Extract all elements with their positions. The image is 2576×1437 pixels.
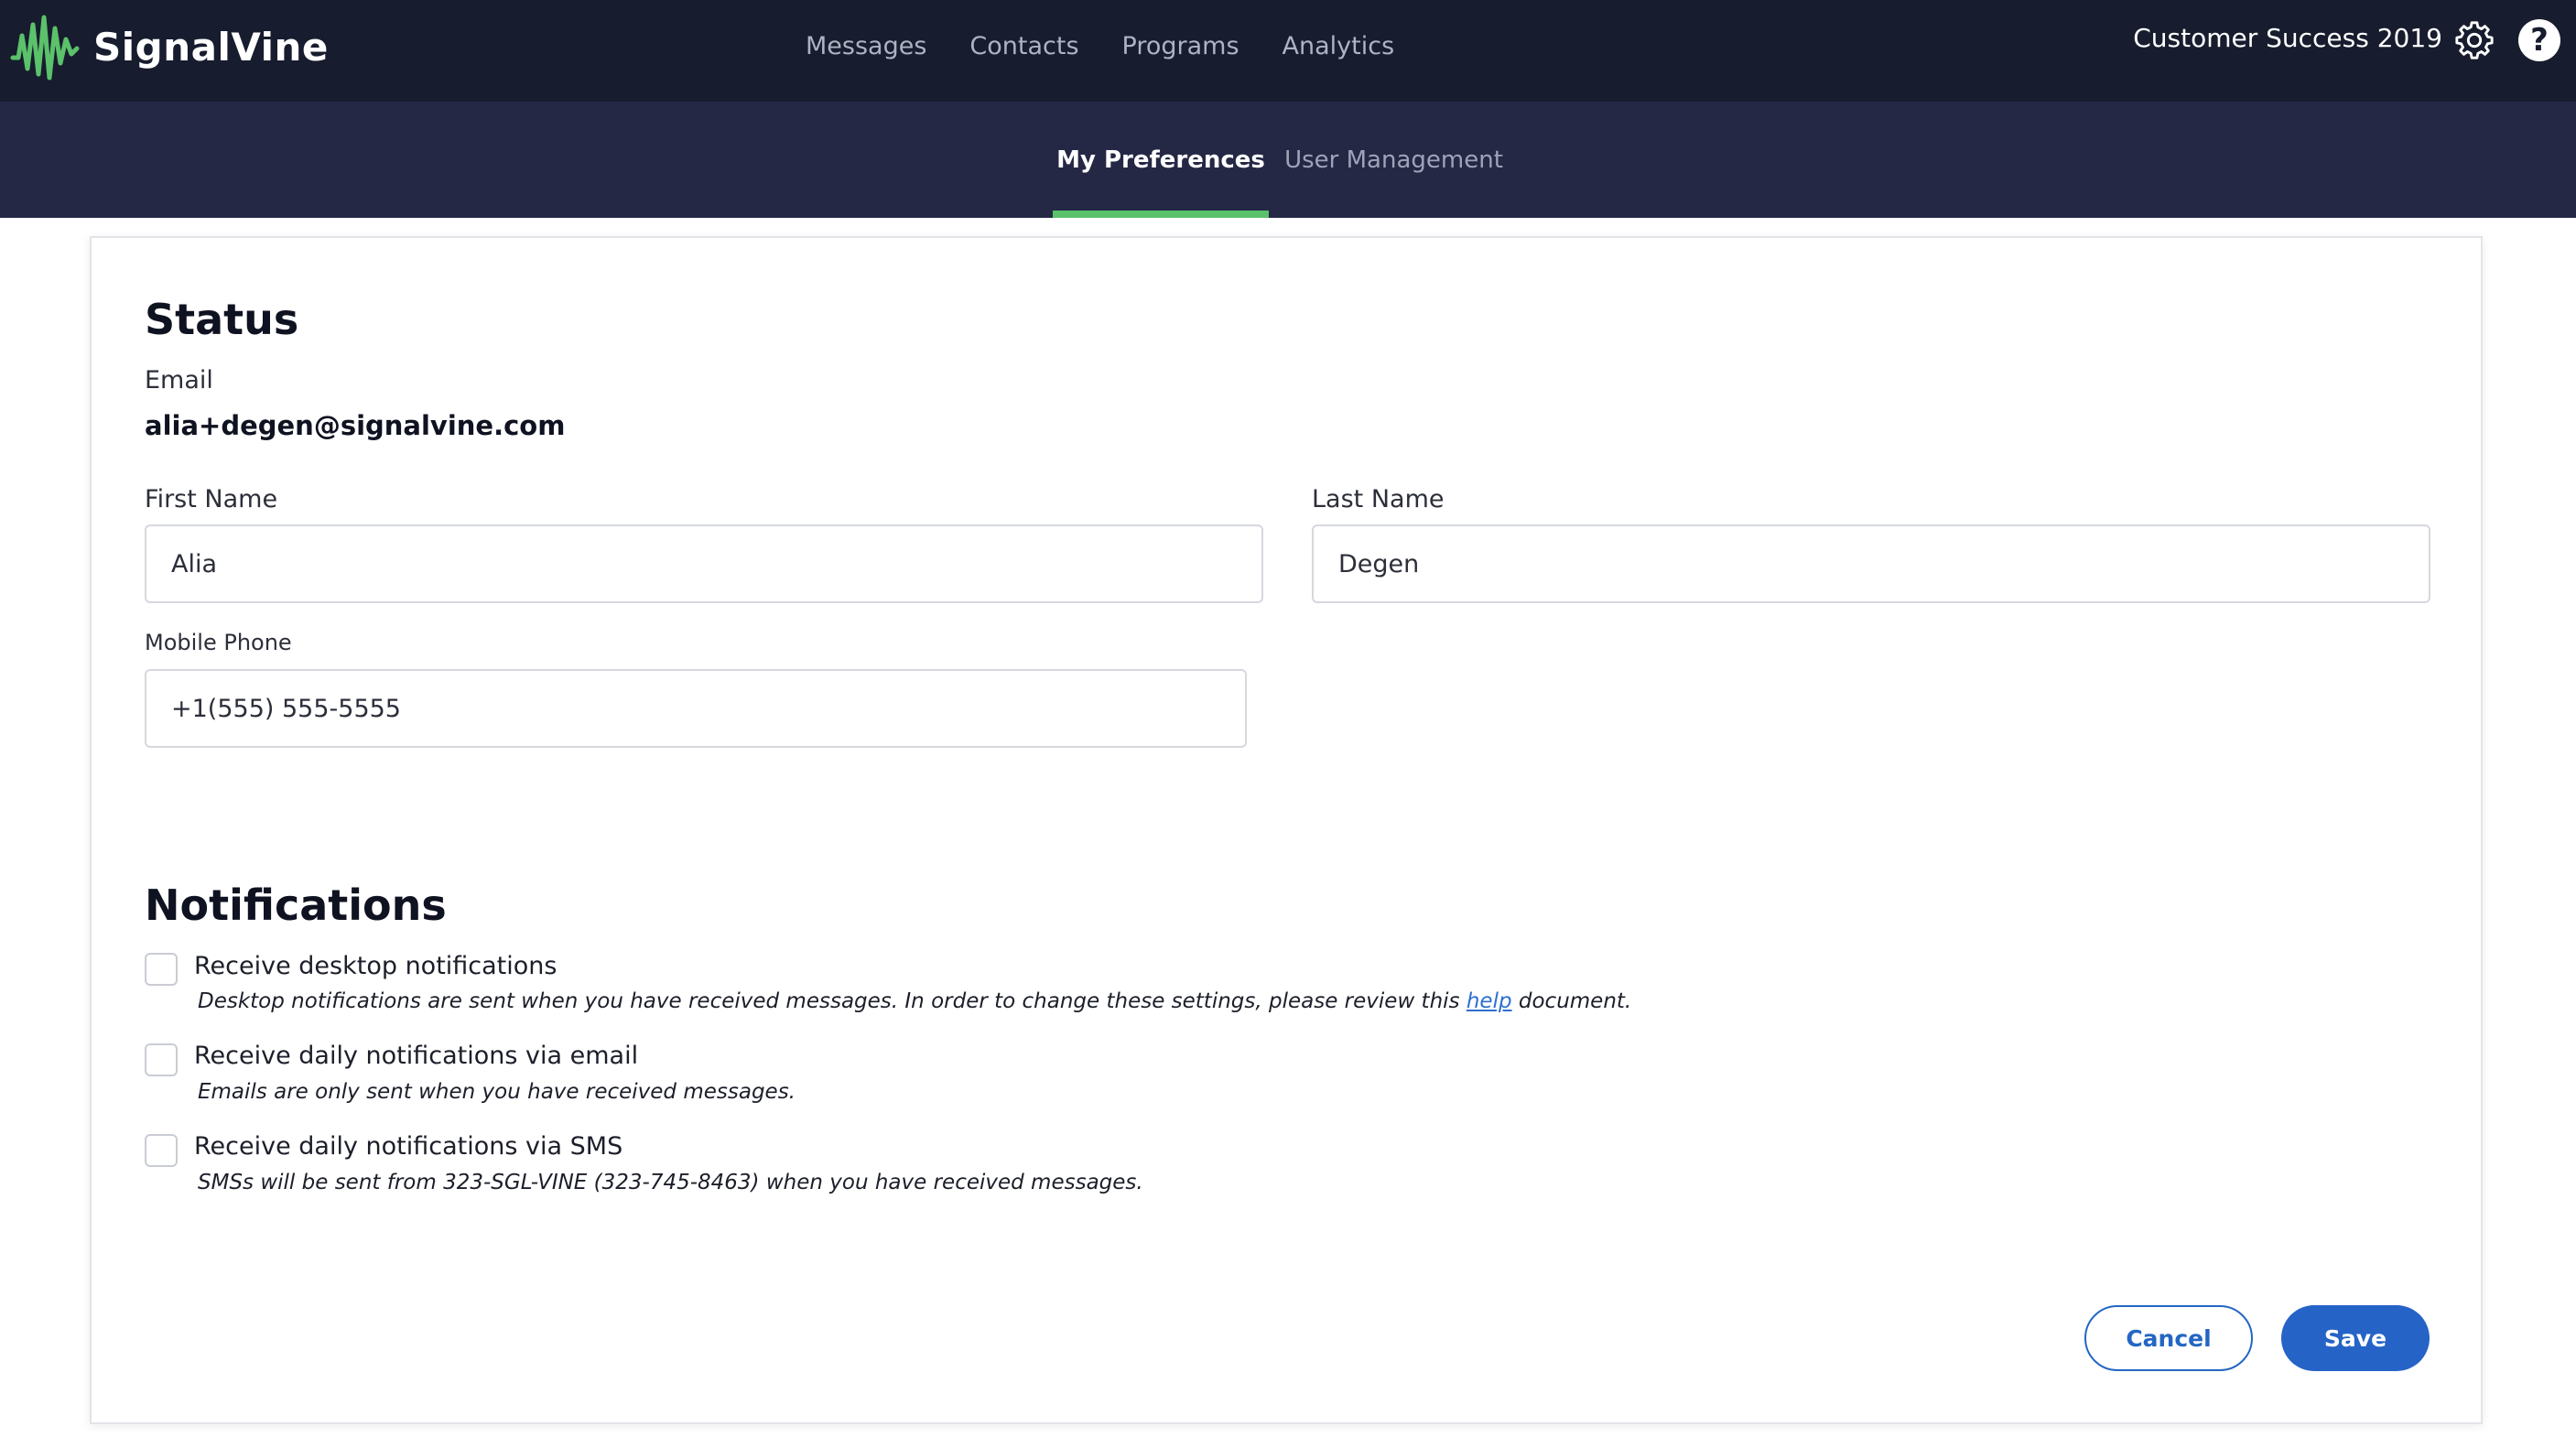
sms-notifications-label: Receive daily notifications via SMS bbox=[194, 1132, 623, 1161]
save-button[interactable]: Save bbox=[2281, 1305, 2430, 1371]
nav-analytics[interactable]: Analytics bbox=[1283, 32, 1395, 60]
email-label: Email bbox=[145, 366, 213, 394]
email-notifications-checkbox[interactable] bbox=[145, 1043, 178, 1076]
tab-user-management[interactable]: User Management bbox=[1282, 102, 1506, 218]
desktop-desc-tail: document. bbox=[1511, 989, 1632, 1013]
signalvine-logo[interactable]: SignalVine bbox=[9, 11, 329, 82]
status-heading: Status bbox=[145, 295, 299, 344]
organization-name[interactable]: Customer Success 2019 bbox=[2133, 23, 2442, 53]
nav-contacts[interactable]: Contacts bbox=[969, 32, 1078, 60]
tab-my-preferences-label: My Preferences bbox=[1056, 146, 1265, 174]
brand-name: SignalVine bbox=[93, 24, 329, 70]
desktop-desc-text: Desktop notifications are sent when you … bbox=[198, 989, 1467, 1013]
preferences-card: Status Email alia+degen@signalvine.com F… bbox=[90, 236, 2483, 1424]
active-tab-indicator bbox=[1053, 211, 1269, 218]
tab-user-management-label: User Management bbox=[1284, 146, 1503, 174]
notifications-heading: Notifications bbox=[145, 881, 447, 930]
sms-notifications-description: SMSs will be sent from 323-SGL-VINE (323… bbox=[198, 1171, 1143, 1194]
main-nav: Messages Contacts Programs Analytics bbox=[806, 0, 1437, 92]
desktop-notifications-description: Desktop notifications are sent when you … bbox=[198, 989, 1631, 1013]
email-notifications-label: Receive daily notifications via email bbox=[194, 1042, 639, 1070]
cancel-button[interactable]: Cancel bbox=[2084, 1305, 2253, 1371]
mobile-phone-input[interactable] bbox=[145, 669, 1247, 748]
email-value: alia+degen@signalvine.com bbox=[145, 410, 566, 441]
desktop-notifications-label: Receive desktop notifications bbox=[194, 952, 557, 980]
desktop-notifications-checkbox[interactable] bbox=[145, 953, 178, 986]
last-name-label: Last Name bbox=[1312, 485, 1445, 513]
gear-icon[interactable] bbox=[2453, 19, 2495, 61]
top-navigation-bar: SignalVine Messages Contacts Programs An… bbox=[0, 0, 2576, 102]
first-name-label: First Name bbox=[145, 485, 278, 513]
first-name-input[interactable] bbox=[145, 524, 1263, 603]
sub-navigation-bar: My Preferences User Management bbox=[0, 102, 2576, 218]
help-icon[interactable]: ? bbox=[2518, 19, 2560, 61]
sms-notifications-checkbox[interactable] bbox=[145, 1134, 178, 1167]
mobile-phone-label: Mobile Phone bbox=[145, 630, 292, 655]
help-glyph: ? bbox=[2530, 22, 2549, 59]
tab-my-preferences[interactable]: My Preferences bbox=[1053, 102, 1269, 218]
last-name-input[interactable] bbox=[1312, 524, 2430, 603]
nav-messages[interactable]: Messages bbox=[806, 32, 926, 60]
signal-wave-icon bbox=[10, 15, 80, 81]
help-document-link[interactable]: help bbox=[1467, 989, 1512, 1013]
email-notifications-description: Emails are only sent when you have recei… bbox=[198, 1080, 796, 1104]
nav-programs[interactable]: Programs bbox=[1122, 32, 1239, 60]
